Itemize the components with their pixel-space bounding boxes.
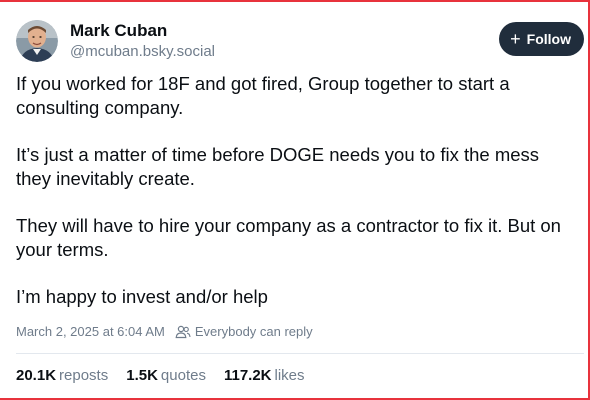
- people-icon: [175, 325, 191, 338]
- likes-stat[interactable]: 117.2K likes: [224, 367, 305, 384]
- quotes-stat[interactable]: 1.5K quotes: [126, 367, 206, 384]
- author-display-name[interactable]: Mark Cuban: [70, 21, 215, 41]
- post-paragraph: I’m happy to invest and/or help: [16, 286, 268, 307]
- reposts-label: reposts: [59, 367, 109, 384]
- follow-button[interactable]: + Follow: [499, 22, 584, 56]
- profile-photo-icon: [16, 20, 58, 62]
- plus-icon: +: [510, 29, 521, 49]
- follow-button-label: Follow: [526, 31, 571, 47]
- avatar[interactable]: [16, 20, 58, 62]
- post-meta: March 2, 2025 at 6:04 AM Everybody can r…: [16, 324, 584, 339]
- post-timestamp[interactable]: March 2, 2025 at 6:04 AM: [16, 324, 165, 339]
- post-stats: 20.1K reposts 1.5K quotes 117.2K likes: [16, 367, 584, 384]
- quotes-count: 1.5K: [126, 367, 158, 384]
- screenshot-frame: Mark Cuban @mcuban.bsky.social + Follow …: [0, 0, 590, 400]
- quotes-label: quotes: [160, 367, 206, 384]
- divider: [16, 353, 584, 354]
- post-card: Mark Cuban @mcuban.bsky.social + Follow …: [16, 18, 584, 384]
- reposts-stat[interactable]: 20.1K reposts: [16, 367, 108, 384]
- post-text: If you worked for 18F and got fired, Gro…: [16, 72, 576, 309]
- reply-setting[interactable]: Everybody can reply: [195, 324, 313, 339]
- likes-count: 117.2K: [223, 367, 272, 384]
- reposts-count: 20.1K: [16, 367, 57, 384]
- author-names: Mark Cuban @mcuban.bsky.social: [70, 21, 215, 60]
- author-handle[interactable]: @mcuban.bsky.social: [70, 43, 215, 60]
- post-paragraph: They will have to hire your company as a…: [16, 215, 561, 260]
- post-paragraph: It’s just a matter of time before DOGE n…: [16, 144, 540, 189]
- post-paragraph: If you worked for 18F and got fired, Gro…: [16, 73, 510, 118]
- top-edge-line: [0, 0, 590, 2]
- post-header: Mark Cuban @mcuban.bsky.social + Follow: [16, 18, 584, 64]
- likes-label: likes: [274, 367, 305, 384]
